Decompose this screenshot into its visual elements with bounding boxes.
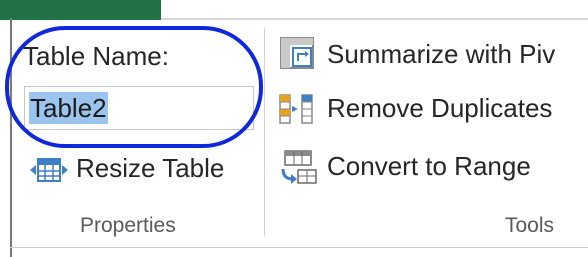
- active-tab-indicator: [0, 0, 161, 20]
- ribbon-left-border: [10, 18, 12, 257]
- properties-group-label: Properties: [80, 214, 176, 237]
- pivot-table-icon[interactable]: [279, 36, 317, 72]
- ribbon-bottom-border: [10, 247, 588, 248]
- resize-table-button[interactable]: Resize Table: [76, 152, 224, 184]
- group-divider: [264, 28, 265, 236]
- table-name-label: Table Name:: [23, 41, 169, 71]
- table-name-value[interactable]: Table2: [29, 92, 108, 124]
- ribbon-top-border: [161, 18, 588, 20]
- remove-duplicates-icon[interactable]: [279, 92, 319, 126]
- remove-duplicates-button[interactable]: Remove Duplicates: [327, 92, 552, 124]
- table-name-input[interactable]: Table2: [24, 86, 254, 130]
- convert-to-range-button[interactable]: Convert to Range: [327, 150, 531, 182]
- resize-table-icon[interactable]: [29, 155, 69, 185]
- convert-to-range-icon[interactable]: [279, 149, 319, 185]
- summarize-with-pivot-button[interactable]: Summarize with Piv: [327, 38, 555, 70]
- tools-group-label: Tools: [505, 214, 555, 237]
